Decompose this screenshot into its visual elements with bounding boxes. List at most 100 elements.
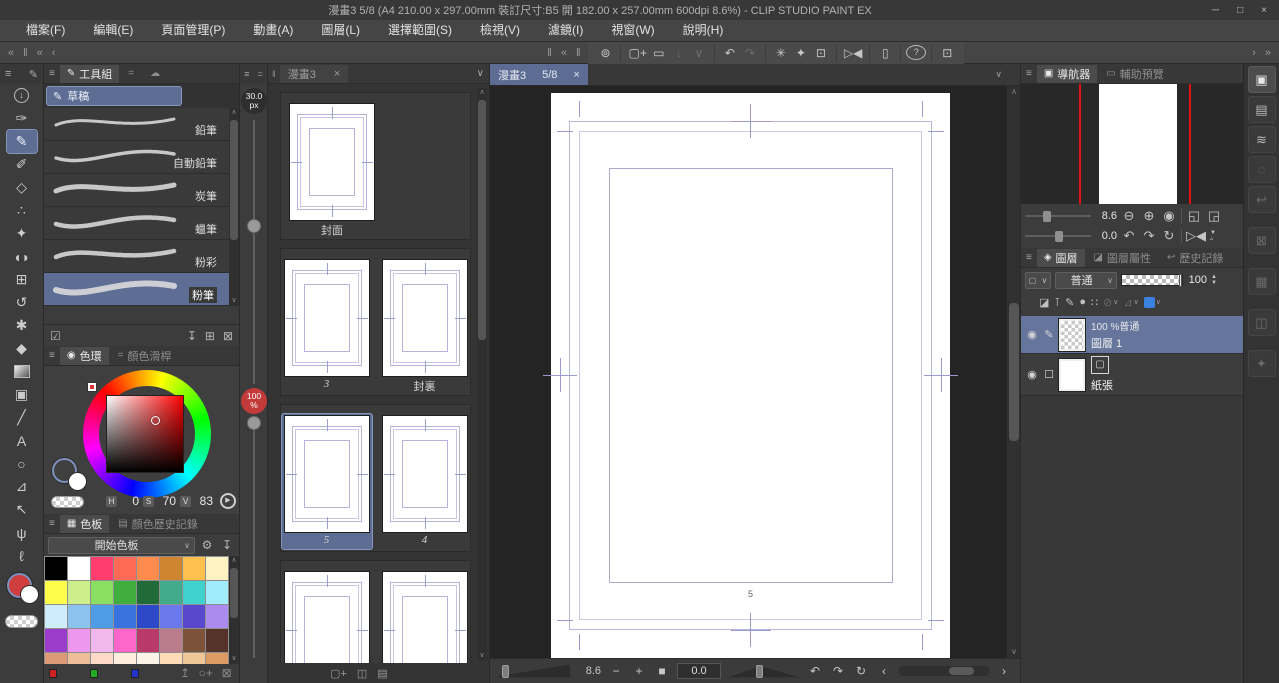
tool-strip-menu-icon[interactable]: ≡ (5, 68, 11, 80)
layer-row[interactable]: ◉ ✎ 100 %普通 圖層 1 (1021, 316, 1243, 354)
close-button[interactable]: × (1261, 5, 1267, 16)
rotate-cw-icon[interactable]: ↷ (1141, 228, 1157, 244)
clip-below-icon[interactable]: ◪ (1039, 296, 1049, 309)
fit-to-window-icon[interactable]: ◱ (1186, 208, 1202, 224)
palette-menu-icon[interactable]: ≡ (46, 518, 58, 529)
color-swatch[interactable] (160, 629, 182, 652)
zoom-in-button[interactable]: + (631, 664, 647, 678)
navigator-preview[interactable] (1021, 84, 1243, 204)
quick-color-swatch[interactable] (130, 668, 140, 678)
auto-select-tool[interactable]: ✱ (7, 314, 37, 337)
page-thumb-cell[interactable]: 封面 (287, 102, 377, 237)
page-thumb-cell[interactable] (380, 570, 470, 663)
flip-horizontal-icon[interactable]: ▷◀ (1186, 228, 1206, 244)
layers-dock-icon[interactable]: ≋ (1247, 126, 1276, 153)
eraser-tool[interactable]: ◇ (7, 176, 37, 199)
add-color-icon[interactable]: ○+ (198, 666, 213, 680)
scroll-right-icon[interactable]: › (996, 664, 1012, 678)
layer-search-dock-icon[interactable]: ◌ (1247, 156, 1276, 183)
color-swatch[interactable] (183, 629, 205, 652)
panel-toggle-icon[interactable]: « (37, 47, 43, 59)
brush-item[interactable]: 鉛筆 (44, 108, 239, 141)
open-file-icon[interactable]: ▭ (649, 44, 669, 62)
tab-cloud[interactable]: ☁ (143, 65, 167, 83)
menu-item[interactable]: 說明(H) (671, 20, 736, 41)
import-subtool-icon[interactable]: ↧ (187, 329, 197, 343)
canvas-horizontal-scrollbar[interactable] (899, 666, 989, 676)
hsv-expand-icon[interactable]: ▶ (220, 493, 236, 509)
color-swatch[interactable] (91, 581, 113, 604)
material-close-dock-icon[interactable]: ⊠ (1247, 227, 1276, 254)
page-thumbnail[interactable] (289, 103, 375, 221)
color-swatch[interactable] (160, 581, 182, 604)
tab-layer[interactable]: ◈ 圖層 (1036, 248, 1085, 267)
canvas-document-tab[interactable]: 漫畫3 5/8 × (490, 64, 588, 85)
menu-item[interactable]: 頁面管理(P) (149, 20, 237, 41)
panel-toggle-icon[interactable]: ‖ (547, 47, 552, 59)
menu-item[interactable]: 視窗(W) (599, 20, 666, 41)
maximize-button[interactable]: □ (1237, 5, 1243, 16)
navigator-rotation-slider[interactable] (1025, 230, 1091, 242)
layer-visibility-icon[interactable]: ◉ (1023, 368, 1041, 381)
color-swatch[interactable] (114, 605, 136, 628)
reference-layer-icon[interactable]: ⊺ (1054, 296, 1060, 309)
brush-item[interactable]: 粉筆 (44, 273, 239, 306)
color-swatch[interactable] (45, 605, 67, 628)
timeline-dock-icon[interactable]: ↩ (1247, 186, 1276, 213)
page-thumbnail[interactable] (283, 571, 370, 663)
move-layer-tool[interactable]: ↓ (7, 84, 37, 107)
page-manager-tab[interactable]: 漫畫3 × (279, 64, 349, 83)
panel-toggle-icon[interactable]: « (8, 47, 14, 59)
canvas-vertical-scrollbar[interactable]: ∧ ∨ (1006, 86, 1020, 658)
zoom-100-icon[interactable]: ◉ (1161, 208, 1177, 224)
deselect-icon[interactable]: ✳ (771, 44, 791, 62)
color-swatch[interactable] (183, 605, 205, 628)
color-swatch[interactable] (45, 581, 67, 604)
fit-to-screen-button[interactable]: ■ (654, 664, 670, 678)
layer-checkbox[interactable]: ☐ (1041, 368, 1057, 381)
page-thumb-cell[interactable]: 3 (282, 258, 372, 393)
page-thumbnail[interactable] (381, 571, 468, 663)
lock-transparent-icon[interactable]: ∷ (1091, 296, 1098, 309)
page-thumb-cell[interactable]: 封裏 (380, 258, 470, 393)
scroll-down-icon[interactable]: ∨ (1007, 646, 1021, 658)
blend-mode-select[interactable]: 普通 ∨ (1055, 271, 1117, 289)
brush-size-slider[interactable] (253, 120, 255, 384)
page-manager-grip[interactable]: ‖ (270, 69, 278, 79)
subtool-group-draft[interactable]: ✎ 草稿 (46, 86, 182, 106)
subtool-menu-icon[interactable]: ≡ (46, 68, 58, 79)
frame-border-tool[interactable]: ⊿ (7, 475, 37, 498)
register-color-icon[interactable]: ↥ (178, 666, 193, 680)
tab-color-history[interactable]: ▤ 顏色歷史記錄 (111, 515, 204, 533)
canvas-viewport[interactable]: 5 (490, 86, 1006, 658)
size-column-menu-icon[interactable]: ≡ (244, 69, 249, 79)
panel-toggle-icon[interactable]: ‖ (23, 47, 28, 59)
scroll-up-icon[interactable]: ∧ (477, 88, 487, 98)
zoom-slider[interactable] (498, 664, 570, 678)
scroll-up-icon[interactable]: ∧ (229, 556, 239, 566)
color-swatch[interactable] (137, 629, 159, 652)
color-swatch[interactable] (68, 605, 90, 628)
companion-mode-icon[interactable]: ▯ (875, 44, 895, 62)
hand-tool[interactable]: ψ (7, 521, 37, 544)
lock-layer-icon[interactable]: ● (1079, 296, 1086, 308)
import-palette-icon[interactable]: ↧ (219, 538, 235, 552)
tab-tool-property[interactable]: = (121, 65, 141, 83)
pencil-tool[interactable]: ✎ (5, 129, 38, 154)
decoration-tool[interactable]: ✦ (7, 222, 37, 245)
show-all-checkbox-icon[interactable]: ☑ (50, 329, 61, 343)
rotate-cw-button[interactable]: ↷ (830, 664, 846, 678)
brush-opacity-badge[interactable]: 100 % (241, 388, 267, 414)
brush-tool[interactable]: ✐ (7, 153, 37, 176)
layer-row[interactable]: ◉ ☐ ▢ 紙張 (1021, 354, 1243, 396)
tab-close-icon[interactable]: × (573, 69, 579, 81)
color-swatch[interactable] (183, 581, 205, 604)
tab-history[interactable]: ↩ 歷史記錄 (1160, 249, 1230, 267)
tab-close-icon[interactable]: × (334, 68, 340, 80)
minimize-button[interactable]: ─ (1212, 5, 1219, 16)
page-thumbnail[interactable] (283, 259, 370, 377)
brush-item[interactable]: 自動鉛筆 (44, 141, 239, 174)
background-color-swatch[interactable] (19, 585, 39, 604)
menu-item[interactable]: 濾鏡(I) (536, 20, 595, 41)
new-page-icon[interactable]: ▢+ (330, 667, 347, 680)
